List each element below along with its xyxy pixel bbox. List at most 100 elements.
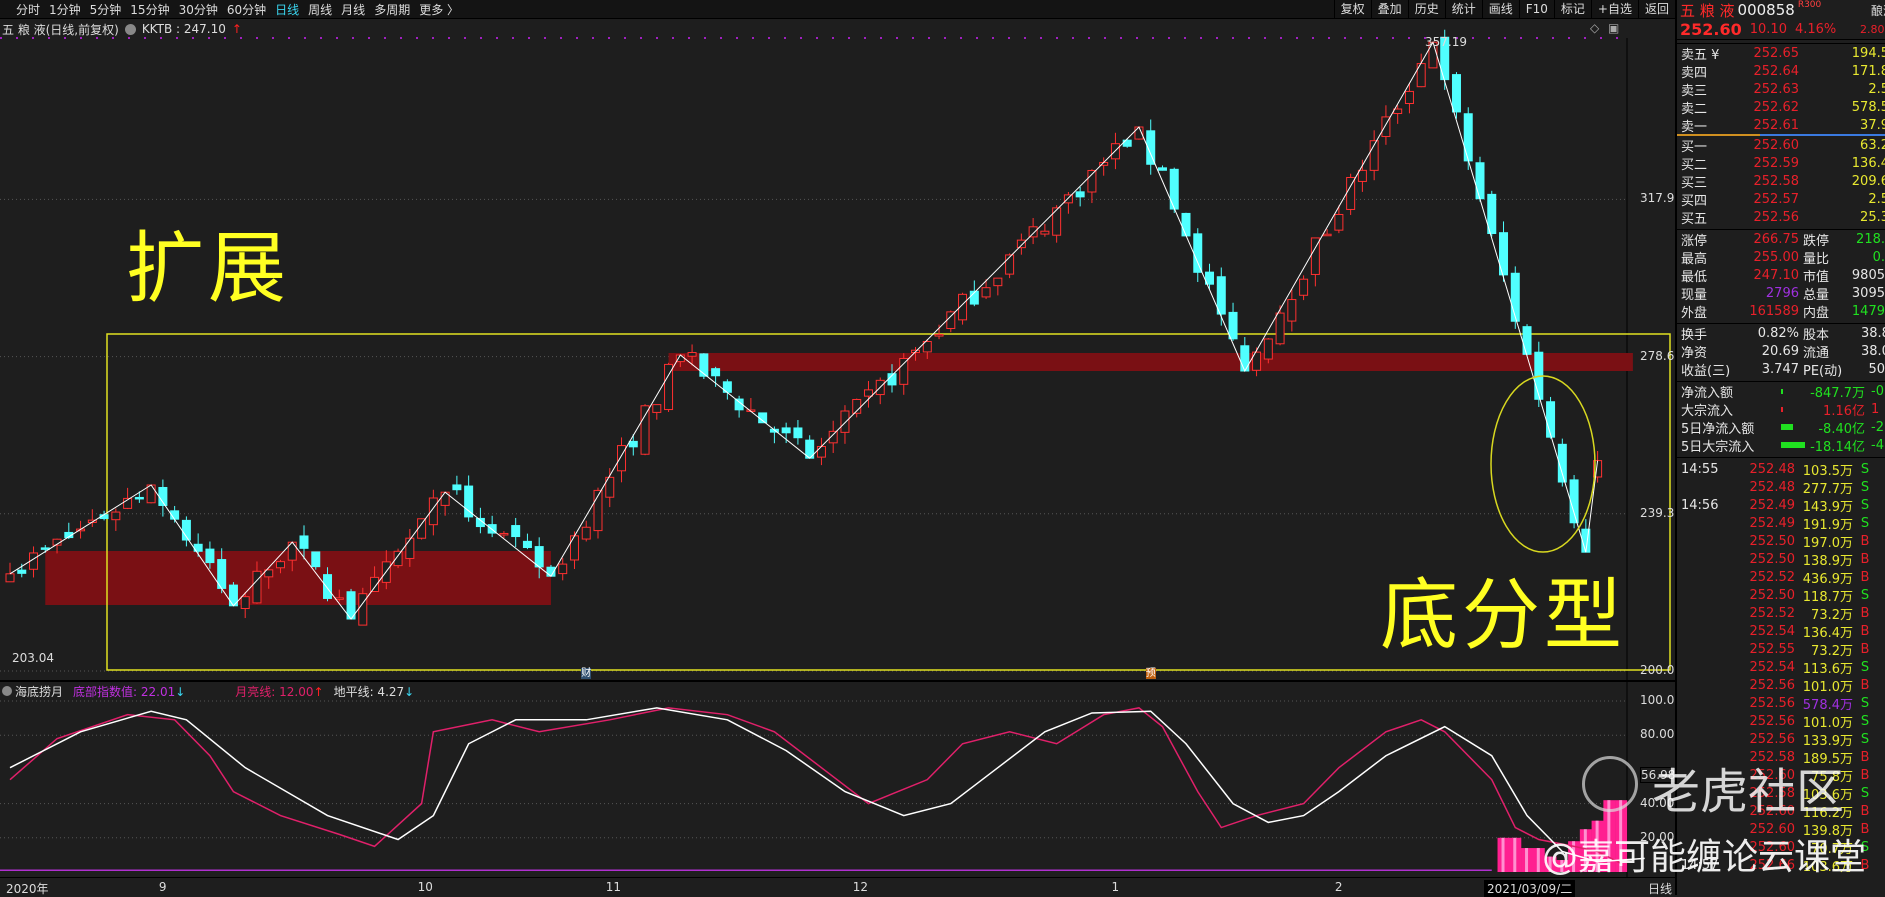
asks-volume: 194.5 xyxy=(1851,45,1885,61)
stat-value: 20.69 xyxy=(1761,343,1799,359)
tick-price: 252.56 xyxy=(1749,713,1796,729)
time-axis: 2021/03/09/二 日线 2020年 9 10 11 12 1 2 xyxy=(0,877,1675,897)
bids-label: 买三 xyxy=(1681,175,1708,191)
asks-volume: 578.5 xyxy=(1851,99,1885,115)
tick-row: 14:56 252.49 143.9万 S xyxy=(1677,496,1885,515)
price-change: 10.10 xyxy=(1749,22,1787,37)
flow-value: -8.40亿 xyxy=(1818,421,1865,437)
tick-side: B xyxy=(1860,677,1870,693)
last-price: 252.60 xyxy=(1680,20,1742,39)
watermark-brand: 老虎社区 xyxy=(1652,764,1845,820)
candle-up xyxy=(558,563,568,575)
cursor-date: 2021/03/09/二 xyxy=(1484,880,1576,897)
price-axis-label: 200.0 xyxy=(1640,663,1675,677)
flow-row: 净流入额 -847.7万 -0 xyxy=(1677,382,1885,401)
stat-value: 255.00 xyxy=(1753,249,1800,265)
asks-label: 卖三 xyxy=(1681,83,1708,99)
bids-row: 买一 252.60 63.2 xyxy=(1677,136,1885,155)
moon-line-value: 月亮线: 12.00↑ xyxy=(235,685,324,699)
candle-up xyxy=(275,561,285,569)
tick-price: 252.48 xyxy=(1749,461,1796,477)
stock-code: 000858 xyxy=(1737,1,1795,19)
candle-up xyxy=(581,526,591,540)
asks-row: 卖三 252.63 2.5 xyxy=(1677,80,1885,99)
stat-label: 总量 xyxy=(1803,287,1830,303)
bottom-index-series xyxy=(9,707,1645,863)
indicator-name[interactable]: 海底捞月 xyxy=(2,683,63,700)
candle-up xyxy=(252,570,262,604)
tick-row: 14:55 252.48 103.5万 S xyxy=(1677,460,1885,479)
event-marker[interactable]: 财 xyxy=(581,668,592,679)
month-label: 9 xyxy=(158,880,167,894)
tick-volume: 101.0万 xyxy=(1802,715,1853,731)
tick-volume: 73.2万 xyxy=(1811,607,1853,623)
tick-volume: 103.5万 xyxy=(1802,463,1853,479)
bids-volume: 136.4 xyxy=(1851,155,1885,171)
flow-value: -18.14亿 xyxy=(1810,439,1865,455)
asks-volume: 171.8 xyxy=(1851,63,1885,79)
candle-down xyxy=(793,427,803,439)
candle-up xyxy=(1016,239,1026,249)
candle-down xyxy=(299,535,309,549)
tick-price: 252.56 xyxy=(1749,677,1796,693)
stat-value: 1479 xyxy=(1851,303,1885,319)
tick-volume: 101.0万 xyxy=(1802,679,1853,695)
kline-chart[interactable] xyxy=(0,0,1675,895)
candle-down xyxy=(205,548,215,564)
industry-link[interactable]: 酿酒 xyxy=(1871,2,1885,19)
stat-label: 最低 xyxy=(1681,269,1708,285)
tick-row: 252.50 118.7万 S xyxy=(1677,586,1885,605)
asks-volume: 2.5 xyxy=(1868,81,1885,97)
candle-down xyxy=(40,547,50,550)
stats-block-2: 换手 0.82%股本 38.8 净资 20.69流通 38.0 收益(三) 3.747PE(动… xyxy=(1677,324,1885,379)
stat-label: PE(动) xyxy=(1803,363,1843,379)
flow-label: 5日大宗流入 xyxy=(1681,439,1755,455)
flow-value-2: -0 xyxy=(1871,383,1884,399)
tick-volume: 143.9万 xyxy=(1802,499,1853,515)
bids-row: 买五 252.56 25.3 xyxy=(1677,208,1885,227)
candle-up xyxy=(1334,213,1344,231)
tick-side: B xyxy=(1860,803,1870,819)
candle-up xyxy=(640,405,650,455)
tick-volume: 118.7万 xyxy=(1802,589,1853,605)
stat-label: 涨停 xyxy=(1681,233,1708,249)
stat-row: 净资 20.69流通 38.0 xyxy=(1677,342,1885,361)
stat-label: 跌停 xyxy=(1803,233,1830,249)
candle-down xyxy=(1569,479,1579,524)
flow-value: -847.7万 xyxy=(1810,385,1865,401)
indicator-histogram-stripe xyxy=(1501,837,1505,872)
bottom-index-value: 底部指数值: 22.01↓ xyxy=(73,685,186,699)
candle-up xyxy=(1040,230,1050,235)
candle-up xyxy=(1287,299,1297,322)
tick-price: 252.48 xyxy=(1749,479,1796,495)
tick-price: 252.49 xyxy=(1749,515,1796,531)
tick-side: B xyxy=(1860,605,1870,621)
tick-row: 252.56 101.0万 S xyxy=(1677,712,1885,731)
stats-block: 涨停 266.75 跌停 218. 最高 255.00 量比 0. 最低 247.10 市值 9805… xyxy=(1677,230,1885,321)
stat-label: 市值 xyxy=(1803,269,1830,285)
tick-price: 252.54 xyxy=(1749,659,1796,675)
tick-row: 252.52 436.9万 B xyxy=(1677,568,1885,587)
tick-volume: 197.0万 xyxy=(1802,535,1853,551)
stat-value: 38.8 xyxy=(1861,325,1885,341)
asks-row: 卖四 252.64 171.8 xyxy=(1677,62,1885,81)
ground-line-value: 地平线: 4.27↓ xyxy=(333,685,415,699)
bids-row: 买三 252.58 209.6 xyxy=(1677,172,1885,191)
tick-volume: 113.6万 xyxy=(1802,661,1853,677)
indicator-histogram-stripe xyxy=(1525,848,1529,872)
month-label: 1 xyxy=(1111,880,1120,894)
month-label: 11 xyxy=(605,880,622,894)
event-marker[interactable]: 预 xyxy=(1145,668,1156,679)
stat-row: 现量 2796 总量 3095 xyxy=(1677,284,1885,303)
tick-side: B xyxy=(1860,569,1870,585)
flow-bar xyxy=(1781,424,1805,430)
tick-volume: 578.4万 xyxy=(1802,697,1853,713)
tick-price: 252.50 xyxy=(1749,551,1796,567)
candle-up xyxy=(240,596,250,610)
stat-value: 161589 xyxy=(1749,303,1799,319)
candle-down xyxy=(534,546,544,568)
tick-row: 252.49 191.9万 S xyxy=(1677,514,1885,533)
candle-up xyxy=(111,511,121,521)
ask-book: 卖五 ¥252.65194.5卖四252.64171.8卖三252.632.5卖… xyxy=(1677,44,1885,135)
tick-row: 252.55 73.2万 B xyxy=(1677,640,1885,659)
